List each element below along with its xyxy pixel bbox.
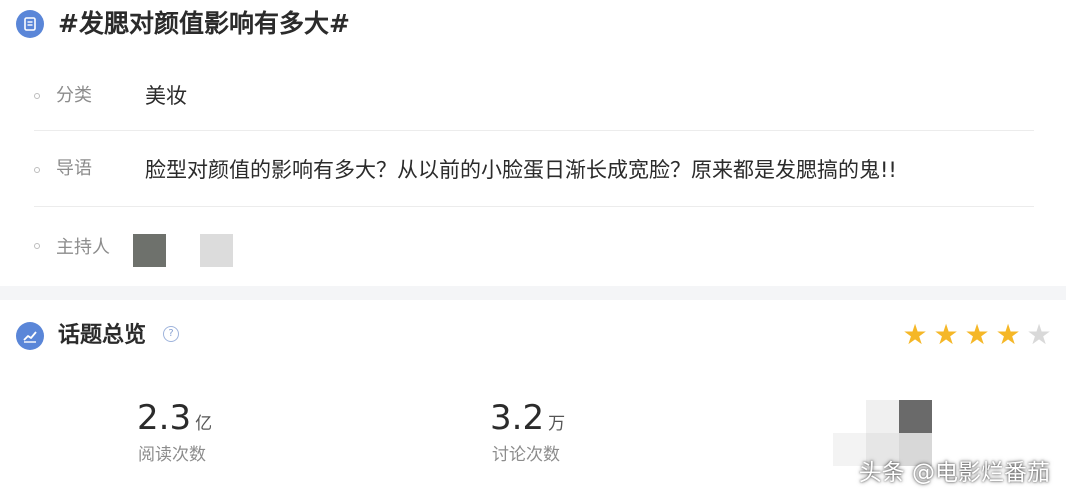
bullet-icon xyxy=(34,167,40,173)
help-icon[interactable]: ? xyxy=(163,326,179,342)
read-count-unit: 亿 xyxy=(195,414,213,434)
read-count: 2.3 亿 xyxy=(137,398,212,438)
overview-title: 话题总览 xyxy=(58,323,147,348)
rating-stars: ★ ★ ★ ★ ★ xyxy=(900,320,1054,350)
discuss-count-value: 3.2 xyxy=(490,398,545,438)
divider xyxy=(34,130,1034,131)
star-icon: ★ xyxy=(964,318,990,351)
bullet-icon xyxy=(34,243,40,249)
star-icon: ★ xyxy=(1026,318,1052,351)
star-icon: ★ xyxy=(933,318,959,351)
host-avatar[interactable] xyxy=(200,234,233,267)
category-value: 美妆 xyxy=(145,84,187,108)
document-icon xyxy=(16,10,44,38)
discuss-count-unit: 万 xyxy=(548,414,566,434)
discuss-count-label: 讨论次数 xyxy=(492,445,560,465)
topic-title: #发腮对颜值影响有多大# xyxy=(58,9,350,38)
watermark: 头条 @电影烂番茄 xyxy=(858,460,1050,486)
intro-label: 导语 xyxy=(56,158,92,179)
read-count-value: 2.3 xyxy=(137,398,192,438)
chart-icon xyxy=(16,322,44,350)
star-icon: ★ xyxy=(902,318,928,351)
bullet-icon xyxy=(34,93,40,99)
section-separator xyxy=(0,286,1066,300)
host-label: 主持人 xyxy=(56,237,110,258)
discuss-count: 3.2 万 xyxy=(490,398,565,438)
host-avatar[interactable] xyxy=(133,234,166,267)
star-icon: ★ xyxy=(995,318,1021,351)
read-count-label: 阅读次数 xyxy=(138,445,206,465)
category-label: 分类 xyxy=(56,85,92,106)
intro-value: 脸型对颜值的影响有多大？从以前的小脸蛋日渐长成宽脸？原来都是发腮搞的鬼!! xyxy=(145,158,897,182)
divider xyxy=(34,206,1034,207)
